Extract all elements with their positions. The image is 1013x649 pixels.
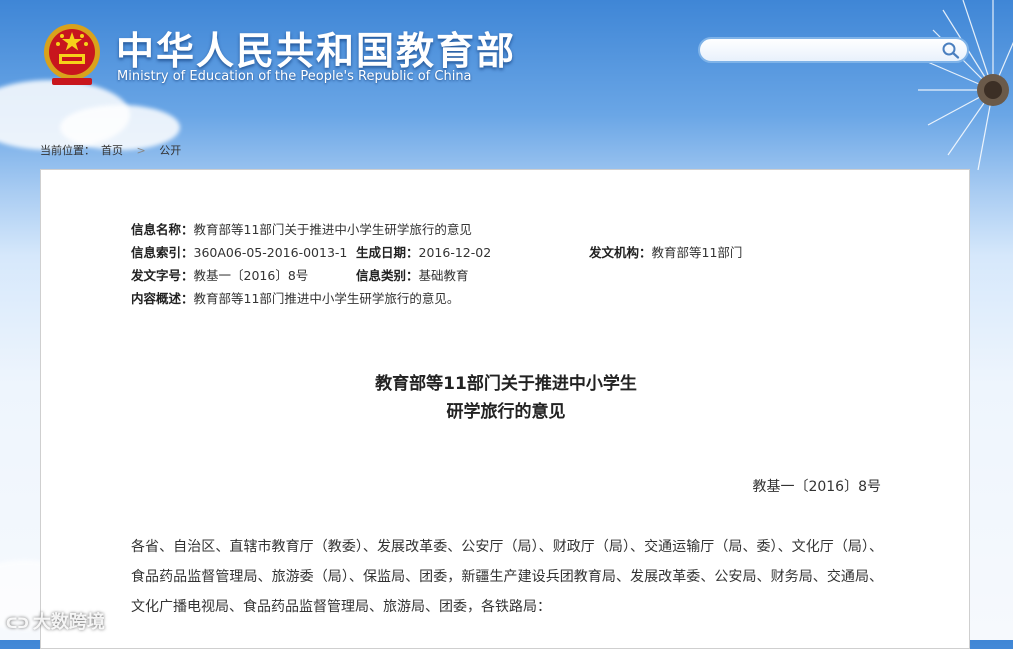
meta-row: 信息索引：360A06-05-2016-0013-1 生成日期：2016-12-… [131,241,742,264]
watermark: ᑕᑐ 大数跨境 [6,608,105,634]
search-input[interactable] [712,41,936,61]
document-title: 教育部等11部门关于推进中小学生 研学旅行的意见 [41,370,971,426]
search-box [698,37,969,63]
breadcrumb-prefix: 当前位置： [40,144,95,157]
site-subtitle: Ministry of Education of the People's Re… [117,69,472,84]
document-title-line: 教育部等11部门关于推进中小学生 [375,374,637,394]
national-emblem-icon[interactable] [42,22,102,86]
meta-index-label: 信息索引： [131,245,194,260]
watermark-text: 大数跨境 [32,612,105,633]
meta-summary-label: 内容概述： [131,291,194,306]
meta-org-label: 发文机构： [589,245,652,260]
content-panel: 信息名称：教育部等11部门关于推进中小学生研学旅行的意见 信息索引：360A06… [40,169,970,649]
document-title-line: 研学旅行的意见 [446,402,566,422]
breadcrumb: 当前位置： 首页 > 公开 [40,142,181,158]
meta-category-value: 基础教育 [418,268,469,283]
document-metadata: 信息名称：教育部等11部门关于推进中小学生研学旅行的意见 信息索引：360A06… [131,218,742,310]
meta-docno-label: 发文字号： [131,268,194,283]
breadcrumb-current-link[interactable]: 公开 [159,144,181,157]
meta-name-label: 信息名称： [131,222,194,237]
meta-org-value: 教育部等11部门 [651,245,743,260]
meta-date-value: 2016-12-02 [418,245,492,260]
breadcrumb-home-link[interactable]: 首页 [101,144,123,157]
meta-category-label: 信息类别： [356,268,419,283]
meta-row: 信息名称：教育部等11部门关于推进中小学生研学旅行的意见 [131,218,472,241]
document-number: 教基一〔2016〕8号 [752,479,881,495]
meta-date-label: 生成日期： [356,245,419,260]
chevron-right-icon: > [136,144,146,157]
meta-row: 内容概述：教育部等11部门推进中小学生研学旅行的意见。 [131,287,472,310]
site-title[interactable]: 中华人民共和国教育部 [116,20,516,75]
meta-summary-value: 教育部等11部门推进中小学生研学旅行的意见。 [193,291,460,306]
watermark-logo-icon: ᑕᑐ [6,616,29,632]
search-icon[interactable] [941,41,961,59]
meta-docno-value: 教基一〔2016〕8号 [193,268,309,283]
meta-row: 发文字号：教基一〔2016〕8号 信息类别：基础教育 [131,264,472,287]
document-body: 各省、自治区、直辖市教育厅（教委）、发展改革委、公安厅（局）、财政厅（局）、交通… [131,539,883,615]
site-header: 中华人民共和国教育部 Ministry of Education of the … [0,0,1013,135]
meta-name-value: 教育部等11部门关于推进中小学生研学旅行的意见 [193,222,472,237]
meta-index-value: 360A06-05-2016-0013-1 [193,245,348,260]
